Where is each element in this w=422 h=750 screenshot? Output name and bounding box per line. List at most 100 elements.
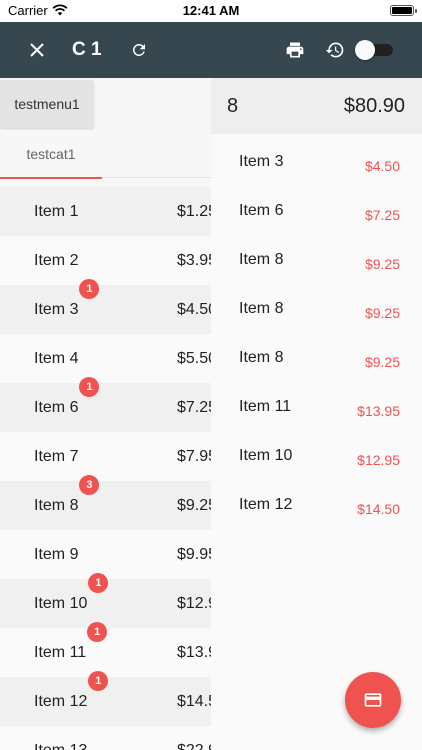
clock: 12:41 AM xyxy=(182,3,240,18)
quantity-badge: 1 xyxy=(79,279,100,299)
order-line-price: $13.95 xyxy=(357,403,400,419)
menu-item-row[interactable]: Item 121 $14.50 xyxy=(0,671,211,726)
order-panel: 8 $80.90 Item 3 $4.50 Item 6 $7.25 Item 8 $9.… xyxy=(211,78,422,750)
print-button[interactable] xyxy=(280,22,310,78)
mode-toggle[interactable] xyxy=(355,40,393,60)
order-line-price: $9.25 xyxy=(364,354,400,370)
item-name-text: Item 2 xyxy=(34,252,79,269)
item-name: Item 2 xyxy=(34,236,78,285)
item-name-text: Item 11 xyxy=(34,644,87,661)
menu-item-row[interactable]: Item 111 $13.95 xyxy=(0,622,211,677)
order-line-name: Item 10 xyxy=(239,447,293,464)
item-price: $13.95 xyxy=(177,644,211,661)
close-button[interactable] xyxy=(22,22,52,78)
order-line[interactable]: Item 8 $9.25 xyxy=(211,335,422,384)
quantity-badge: 1 xyxy=(88,671,109,691)
item-name-text: Item 9 xyxy=(34,546,79,563)
quantity-badge: 1 xyxy=(88,573,109,593)
item-name: Item 4 xyxy=(34,334,78,383)
order-line-price: $9.25 xyxy=(364,256,400,272)
order-line[interactable]: Item 11 $13.95 xyxy=(211,384,422,433)
toggle-thumb xyxy=(355,40,375,60)
item-name-text: Item 8 xyxy=(34,497,79,514)
order-line[interactable]: Item 6 $7.25 xyxy=(211,188,422,237)
tab-indicator xyxy=(0,177,102,179)
quantity-badge: 1 xyxy=(87,622,108,642)
close-icon xyxy=(30,43,44,57)
order-line[interactable]: Item 12 $14.50 xyxy=(211,482,422,531)
item-name-text: Item 10 xyxy=(34,595,88,612)
print-icon xyxy=(286,42,304,58)
battery-icon xyxy=(390,5,417,16)
history-button[interactable] xyxy=(320,22,350,78)
menu-item-row[interactable]: Item 1 $1.25 xyxy=(0,187,211,236)
order-item-count: 8 xyxy=(227,95,239,117)
item-name: Item 10 1 xyxy=(34,573,109,628)
item-name: Item 31 xyxy=(34,279,100,334)
refresh-button[interactable] xyxy=(124,22,154,78)
item-name-text: Item 4 xyxy=(34,350,79,367)
history-icon xyxy=(325,42,344,58)
item-name: Item 1 xyxy=(34,187,78,236)
order-line-price: $4.50 xyxy=(364,158,400,174)
item-price: $4.50 xyxy=(177,301,211,318)
item-price: $12.95 xyxy=(177,595,211,612)
item-name-text: Item 3 xyxy=(34,301,79,318)
item-name: Item 61 xyxy=(34,377,100,432)
item-name-text: Item 12 xyxy=(34,693,88,710)
menu-item-row[interactable]: Item 83 $9.25 xyxy=(0,475,211,530)
order-line-price: $9.25 xyxy=(364,305,400,321)
menu-item-row[interactable]: Item 61 $7.25 xyxy=(0,377,211,432)
menu-item-row[interactable]: Item 7 $7.95 xyxy=(0,432,211,481)
item-name-text: Item 7 xyxy=(34,448,79,465)
menu-item-row[interactable]: Item 9 $9.95 xyxy=(0,530,211,579)
order-line-name: Item 8 xyxy=(239,349,284,366)
order-line-name: Item 6 xyxy=(239,202,284,219)
item-price: $14.50 xyxy=(177,693,211,710)
item-name: Item 7 xyxy=(34,432,78,481)
item-price: $5.50 xyxy=(177,350,211,367)
order-line[interactable]: Item 3 $4.50 xyxy=(211,139,422,188)
item-name-text: Item 6 xyxy=(34,399,79,416)
tab-testcat1[interactable]: testcat1 xyxy=(0,130,102,179)
checkout-button[interactable] xyxy=(345,672,401,728)
menu-item-row[interactable]: Item 4 $5.50 xyxy=(0,334,211,383)
item-price: $3.95 xyxy=(177,252,211,269)
app-toolbar: C 1 xyxy=(0,22,422,78)
menu-button[interactable]: testmenu1 xyxy=(0,80,94,128)
quantity-badge: 3 xyxy=(79,475,100,495)
order-total: $80.90 xyxy=(343,95,405,117)
item-name: Item 11 1 xyxy=(34,622,108,677)
menu-panel: testmenu1 testcat1 Item 1 $1.25 Item 2 $3.9… xyxy=(0,78,211,750)
order-line-price: $7.25 xyxy=(364,207,400,223)
menu-item-row[interactable]: Item 13 $22.95 xyxy=(0,726,211,750)
tab-label: testcat1 xyxy=(26,146,76,162)
item-price: $7.25 xyxy=(177,399,211,416)
order-summary: 8 $80.90 xyxy=(211,78,422,134)
menu-item-row[interactable]: Item 31 $4.50 xyxy=(0,279,211,334)
item-list: Item 1$1.25Item 2$3.95Item 31$4.50Item 4… xyxy=(0,187,211,750)
order-list: Item 3 $4.50 Item 6 $7.25 Item 8 $9.25 Item 8 $… xyxy=(211,139,422,531)
item-name: Item 13 xyxy=(34,726,87,750)
order-line-name: Item 11 xyxy=(239,398,292,415)
item-price: $22.95 xyxy=(177,726,211,750)
refresh-icon xyxy=(132,43,145,56)
order-line-name: Item 3 xyxy=(239,153,284,170)
order-line-name: Item 8 xyxy=(239,300,284,317)
order-line-price: $12.95 xyxy=(357,452,400,468)
order-line-price: $14.50 xyxy=(357,501,400,517)
order-line[interactable]: Item 10 $12.95 xyxy=(211,433,422,482)
item-price: $1.25 xyxy=(177,203,211,220)
page-title: C 1 xyxy=(72,39,102,60)
item-name: Item 12 1 xyxy=(34,671,109,726)
item-name-text: Item 13 xyxy=(34,742,87,750)
quantity-badge: 1 xyxy=(79,377,100,397)
item-name: Item 83 xyxy=(34,475,100,530)
menu-item-row[interactable]: Item 2 $3.95 xyxy=(0,236,211,285)
menu-item-row[interactable]: Item 101 $12.95 xyxy=(0,573,211,628)
category-tabs: testcat1 xyxy=(0,130,211,179)
item-price: $7.95 xyxy=(177,448,211,465)
order-line[interactable]: Item 8 $9.25 xyxy=(211,286,422,335)
order-line[interactable]: Item 8 $9.25 xyxy=(211,237,422,286)
item-price: $9.25 xyxy=(177,497,211,514)
